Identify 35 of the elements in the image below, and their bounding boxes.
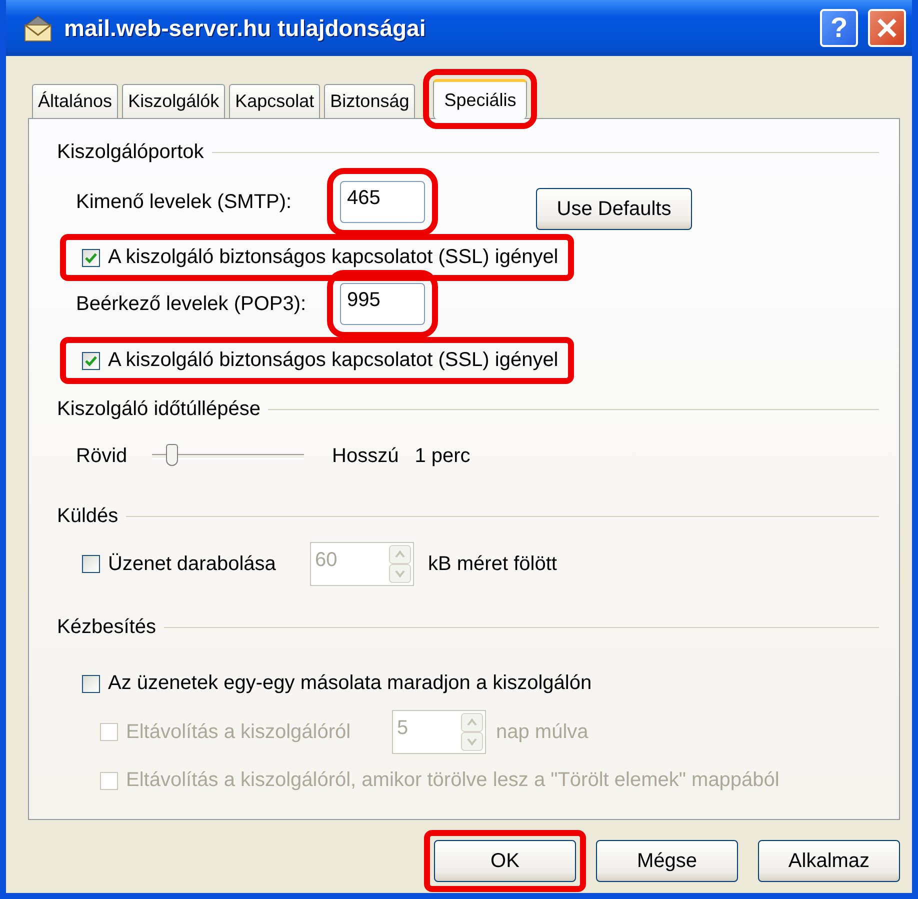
checkbox[interactable] [82, 352, 100, 370]
checkbox-label: Üzenet darabolása [108, 552, 276, 576]
group-title: Kiszolgálóportok [57, 141, 204, 164]
group-title: Kiszolgáló időtúllépése [57, 398, 260, 421]
dialog-button[interactable]: Alkalmaz [758, 840, 900, 882]
help-button[interactable]: ? [820, 9, 858, 47]
dialog-button[interactable]: OK [434, 840, 576, 882]
slider-label: Hosszú [332, 444, 399, 468]
slider-label: Rövid [76, 444, 128, 468]
unit-label: nap múlva [496, 720, 588, 744]
checkbox[interactable] [82, 555, 100, 573]
mail-icon [22, 13, 54, 43]
group-title: Kézbesítés [57, 616, 156, 639]
window-title: mail.web-server.hu tulajdonságai [64, 14, 427, 42]
slider-value: 1 perc [414, 444, 470, 468]
slider-thumb[interactable] [166, 444, 178, 466]
checkbox-label: Eltávolítás a kiszolgálóról [126, 720, 351, 744]
checkbox[interactable] [82, 248, 100, 266]
field-label: Beérkező levelek (POP3): [76, 292, 308, 316]
dialog-button[interactable]: Mégse [596, 840, 738, 882]
checkbox-label: A kiszolgáló biztonságos kapcsolatot (SSL) igényel [108, 246, 558, 269]
checkbox-label: A kiszolgáló biztonságos kapcsolatot (SSL) igényel [108, 349, 558, 372]
field-label: Kimenő levelek (SMTP): [76, 190, 293, 214]
tab[interactable]: Általános [32, 84, 118, 118]
unit-label: kB méret fölött [428, 552, 557, 576]
tab[interactable]: Biztonság [324, 84, 416, 118]
group-title: Küldés [57, 505, 118, 528]
tab[interactable]: Kiszolgálók [122, 84, 226, 118]
checkbox[interactable] [82, 674, 100, 692]
checkbox-label: Az üzenetek egy-egy másolata maradjon a kiszolgálón [108, 672, 592, 695]
checkbox-label: Eltávolítás a kiszolgálóról, amikor törölve lesz a "Törölt elemek" mappából [126, 769, 780, 792]
close-button[interactable] [868, 9, 906, 47]
tab[interactable]: Kapcsolat [229, 84, 320, 118]
use-defaults-button[interactable]: Use Defaults [536, 188, 692, 230]
close-icon [876, 17, 898, 39]
